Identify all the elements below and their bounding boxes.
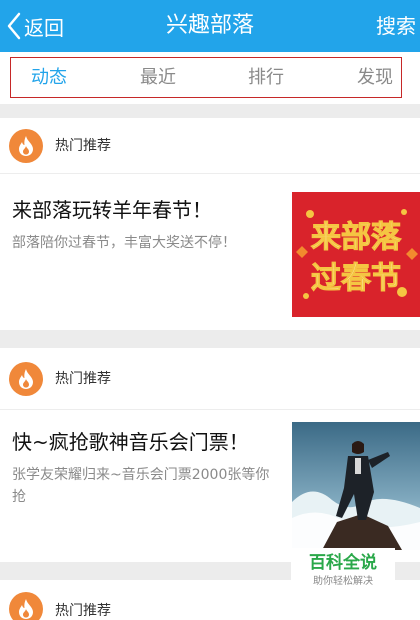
feed-card[interactable]: 热门推荐 来部落玩转羊年春节！ 部落陪你过春节，丰富大奖送不停！ 来部落 过春节	[0, 118, 420, 330]
tab-bar: 动态 最近 排行 发现	[0, 52, 420, 155]
tab-faxian[interactable]: 发现	[357, 57, 393, 98]
thumb-text-line2: 过春节	[311, 261, 401, 296]
card-category-label: 热门推荐	[55, 371, 111, 387]
card-header: 热门推荐	[0, 118, 420, 174]
watermark-sub-text: 助你轻松解决	[313, 576, 373, 587]
card-header: 热门推荐	[0, 348, 420, 410]
tab-paihang[interactable]: 排行	[248, 57, 284, 98]
card-title[interactable]: 来部落玩转羊年春节！	[12, 194, 212, 223]
card-thumbnail[interactable]: 来部落 过春节	[292, 192, 420, 317]
thumb-text-line1: 来部落	[311, 220, 402, 255]
feed-card[interactable]: 热门推荐 快~疯抢歌神音乐会门票！ 张学友荣耀归来~音乐会门票2000张等你抢	[0, 348, 420, 562]
card-thumbnail[interactable]	[292, 422, 420, 550]
card-category-label: 热门推荐	[55, 603, 111, 619]
tab-zuijin[interactable]: 最近	[140, 57, 176, 98]
fire-icon	[9, 129, 43, 163]
fire-icon	[9, 362, 43, 396]
fire-icon	[9, 592, 43, 620]
card-category-label: 热门推荐	[55, 138, 111, 154]
watermark-main-text: 百科全说	[309, 553, 377, 573]
tab-dongtai[interactable]: 动态	[31, 57, 67, 98]
back-label: 返回	[24, 15, 64, 40]
chevron-left-icon	[7, 12, 21, 40]
card-description: 部落陪你过春节，丰富大奖送不停！	[12, 235, 236, 251]
search-button[interactable]: 搜索	[376, 0, 416, 52]
watermark-logo: 百科全说 助你轻松解决	[291, 548, 395, 593]
top-bar: 返回 兴趣部落 搜索	[0, 0, 420, 52]
back-button[interactable]: 返回	[6, 10, 64, 42]
card-title[interactable]: 快~疯抢歌神音乐会门票！	[12, 426, 249, 455]
tab-highlight-box	[10, 57, 402, 98]
card-description: 张学友荣耀归来~音乐会门票2000张等你抢	[12, 467, 270, 505]
